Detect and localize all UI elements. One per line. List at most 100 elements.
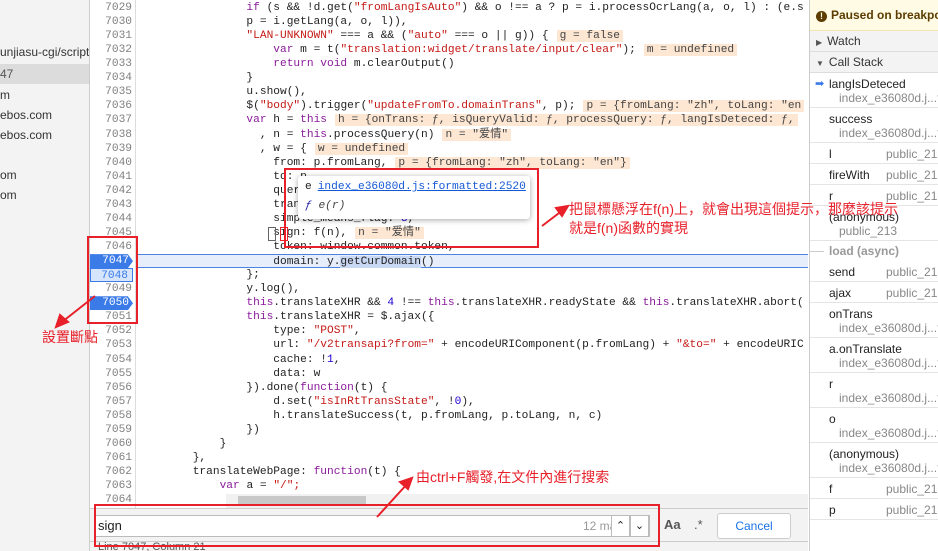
call-stack-frame[interactable]: r index_e36080d.j...formatted	[810, 373, 938, 408]
regex-toggle[interactable]: .*	[694, 517, 703, 532]
line-number[interactable]: 7032	[90, 43, 136, 57]
next-match-button[interactable]: ⌄	[630, 515, 649, 537]
current-frame-arrow-icon: ➡	[815, 78, 825, 90]
call-stack-frame[interactable]: onTransindex_e36080d.j...formatted	[810, 303, 938, 338]
code-line: this.translateXHR = $.ajax({	[136, 310, 808, 324]
code-token: this	[246, 297, 274, 310]
line-number[interactable]: 7064	[90, 493, 136, 507]
function-location-link[interactable]: index_e36080d.js:formatted:2520	[318, 181, 526, 193]
code-line: type: "POST",	[136, 324, 808, 338]
file-navigator: unjiasu-cgi/script 47 m ebos.com ebos.com om o…	[0, 0, 90, 551]
line-number[interactable]: 7044	[90, 212, 136, 226]
search-input[interactable]: sign12 matches	[95, 515, 650, 537]
line-number[interactable]: 7033	[90, 57, 136, 71]
frame-location: public_213	[886, 482, 938, 496]
code-token: this	[427, 297, 455, 310]
line-number[interactable]: 7034	[90, 71, 136, 85]
code-token: , n =	[259, 128, 301, 141]
line-number[interactable]: 7031	[90, 29, 136, 43]
paused-text: Paused on breakpoint	[831, 8, 938, 22]
line-number[interactable]: 7050	[90, 296, 133, 311]
line-number[interactable]: 7038	[90, 128, 136, 142]
call-stack-frame[interactable]: oindex_e36080d.j...formatted	[810, 408, 938, 443]
code-token: , !	[434, 395, 455, 408]
code-token: "/v2transapi?from="	[306, 339, 435, 352]
code-line: h.translateSuccess(t, p.fromLang, p.toLa…	[136, 409, 808, 423]
breakpoint-note: 設置斷點	[42, 329, 98, 345]
line-number[interactable]: 7040	[90, 156, 136, 170]
call-stack-frame[interactable]: f public_213	[810, 478, 938, 499]
line-number[interactable]: 7029	[90, 1, 136, 15]
frame-location: index_e36080d.j...formatted	[839, 126, 938, 140]
code-line: y.log(),	[136, 282, 808, 296]
code-token: .translateXHR.readyState &&	[454, 297, 643, 310]
cancel-button[interactable]: Cancel	[717, 513, 791, 539]
call-stack-frame[interactable]: ajax public_213	[810, 282, 938, 303]
line-number[interactable]: 7062	[90, 465, 136, 479]
line-number[interactable]: 7042	[90, 184, 136, 198]
navigator-item[interactable]: om	[0, 165, 89, 185]
line-number[interactable]: 7035	[90, 85, 136, 99]
hover-note-line1: 把鼠標懸浮在f(n)上，就會出現這個提示，那麼該提示	[569, 201, 898, 217]
code-token: function	[313, 465, 368, 478]
call-stack-frame[interactable]: fireWith public_213	[810, 164, 938, 185]
line-number[interactable]: 7058	[90, 409, 136, 423]
line-number[interactable]: 7037	[90, 113, 136, 127]
line-number[interactable]: 7039	[90, 142, 136, 156]
line-number[interactable]: 7055	[90, 367, 136, 381]
code-token: :	[300, 226, 314, 239]
horizontal-scrollbar[interactable]	[226, 494, 808, 508]
navigator-item[interactable]: unjiasu-cgi/script	[0, 42, 89, 62]
frame-function-name: a.onTranslate	[829, 342, 902, 356]
line-number[interactable]: 7060	[90, 437, 136, 451]
code-token: type:	[273, 325, 314, 338]
line-number[interactable]: 7051	[90, 310, 136, 324]
code-editor[interactable]: 7029 7030 7031 7032 7033 7034 7035 7036 7037 7038…	[90, 0, 808, 508]
code-line: data: w	[136, 367, 808, 381]
navigator-item[interactable]: 47	[0, 64, 89, 84]
code-token: (t) {	[367, 465, 401, 478]
frame-function-name: f	[829, 482, 833, 496]
watch-section-header[interactable]: ▶ Watch	[810, 31, 938, 52]
call-stack-section-header[interactable]: ▼ Call Stack	[810, 52, 938, 73]
code-token: 1	[327, 353, 334, 366]
frame-location: index_e36080d.j...formatted	[839, 426, 938, 440]
line-number[interactable]: 7043	[90, 198, 136, 212]
call-stack-frame[interactable]: l public_213	[810, 143, 938, 164]
navigator-item[interactable]: ebos.com	[0, 105, 89, 125]
navigator-item[interactable]: ebos.com	[0, 125, 89, 145]
line-number[interactable]: 7030	[90, 15, 136, 29]
navigator-item[interactable]: om	[0, 185, 89, 205]
frame-function-name: fireWith	[829, 168, 870, 182]
line-number[interactable]: 7048	[90, 268, 133, 283]
navigator-item[interactable]: m	[0, 85, 89, 105]
code-token: ,	[353, 325, 361, 338]
code-token: (n),	[320, 226, 348, 239]
line-number[interactable]: 7045	[90, 226, 136, 240]
line-number[interactable]: 7054	[90, 353, 136, 367]
code-token: function	[300, 381, 354, 394]
line-number[interactable]: 7046	[90, 240, 136, 254]
call-stack-frame[interactable]: a.onTranslateindex_e36080d.j...formatted	[810, 338, 938, 373]
call-stack-frame[interactable]: (anonymous)index_e36080d.j...formatted	[810, 443, 938, 478]
line-number-gutter[interactable]: 7029 7030 7031 7032 7033 7034 7035 7036 7037 7038…	[90, 0, 136, 508]
line-number[interactable]: 7056	[90, 381, 136, 395]
line-number[interactable]: 7041	[90, 170, 136, 184]
scrollbar-thumb[interactable]	[238, 496, 366, 506]
line-number[interactable]: 7057	[90, 395, 136, 409]
debugger-sidebar: ! Paused on breakpoint ▶ Watch ▼ Call Stack…	[809, 0, 938, 551]
line-number[interactable]: 7047	[90, 254, 133, 269]
previous-match-button[interactable]: ⌃	[611, 515, 630, 537]
line-number[interactable]: 7061	[90, 451, 136, 465]
call-stack-frame[interactable]: successindex_e36080d.j...formatted	[810, 108, 938, 143]
frame-function-name: (anonymous)	[829, 447, 900, 461]
line-number[interactable]: 7059	[90, 423, 136, 437]
call-stack-frame[interactable]: ➡ langIsDetecedindex_e36080d.j...formatte…	[810, 73, 938, 108]
line-number[interactable]: 7063	[90, 479, 136, 493]
line-number[interactable]: 7049	[90, 282, 136, 296]
call-stack-frame[interactable]: p public_213	[810, 499, 938, 520]
call-stack-frame[interactable]: send public_213	[810, 261, 938, 282]
inline-value: g = false	[556, 30, 624, 43]
match-case-toggle[interactable]: Aa	[664, 517, 681, 532]
line-number[interactable]: 7036	[90, 99, 136, 113]
